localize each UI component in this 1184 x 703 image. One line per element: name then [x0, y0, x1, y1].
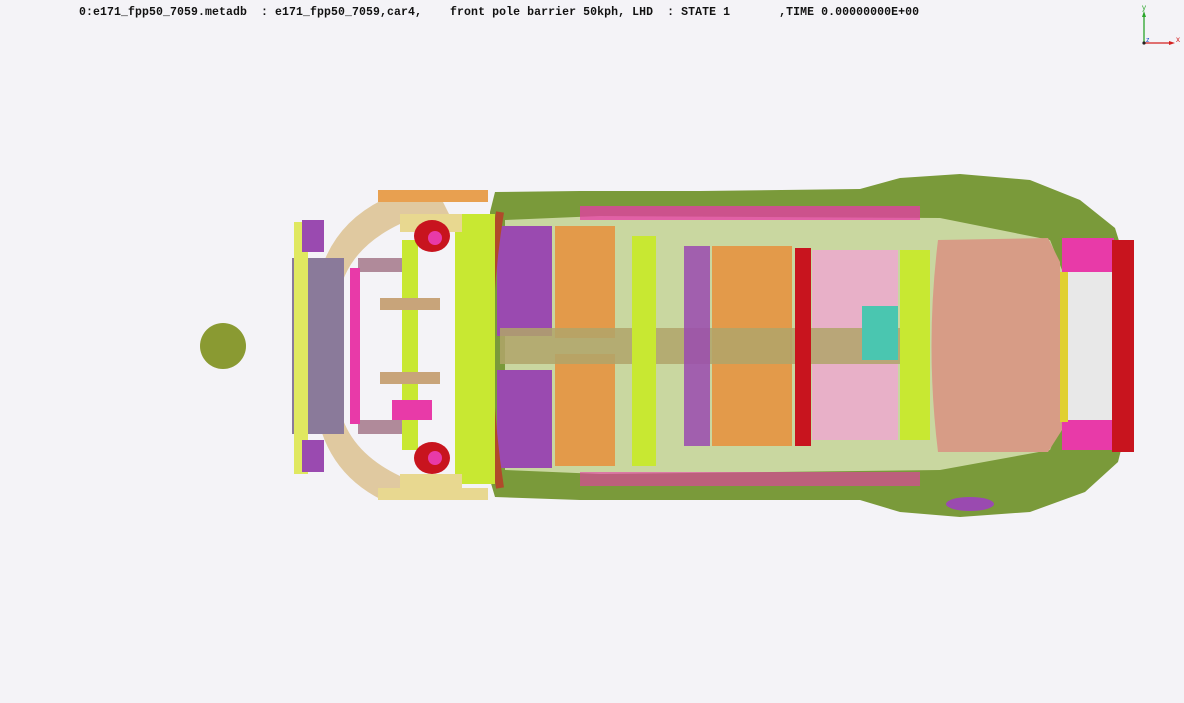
vehicle-model[interactable] — [455, 174, 1134, 517]
rear-bumper — [1112, 240, 1134, 452]
seat-mount — [862, 306, 898, 360]
front-bulkhead — [455, 214, 495, 484]
cross-member-1 — [632, 236, 656, 466]
rear-lamp-left — [1062, 238, 1114, 272]
cross-member-3 — [795, 248, 811, 446]
front-mid-member-2 — [380, 372, 440, 384]
dash-panel-right — [497, 370, 552, 468]
front-corner-upper — [302, 220, 324, 252]
pole-barrier[interactable] — [200, 323, 246, 369]
front-corner-lower — [302, 440, 324, 472]
cross-member-4 — [900, 250, 930, 440]
front-mid-member — [380, 298, 440, 310]
strut-mount-right — [428, 451, 442, 465]
fascia-strip — [294, 222, 308, 474]
dash-panel-left — [497, 226, 552, 336]
crush-can-upper — [358, 258, 408, 272]
rear-lamp-right — [1062, 420, 1114, 450]
floor-panel-front-right — [555, 354, 615, 466]
rear-deck — [931, 238, 1062, 452]
sill-right — [580, 472, 920, 486]
sill-left — [580, 206, 920, 220]
shotgun-right — [378, 488, 488, 500]
cross-member-2 — [684, 246, 710, 446]
shotgun-left — [378, 190, 488, 202]
side-marker — [946, 497, 994, 511]
strut-mount-left — [428, 231, 442, 245]
rear-panel — [1066, 250, 1116, 442]
bumper-reinforcement — [350, 268, 360, 424]
engine-mount — [392, 400, 432, 420]
floor-panel-front-left — [555, 226, 615, 338]
crush-can-lower — [358, 420, 408, 434]
model-viewport[interactable] — [0, 0, 1184, 703]
rear-trim-yellow — [1060, 272, 1068, 422]
